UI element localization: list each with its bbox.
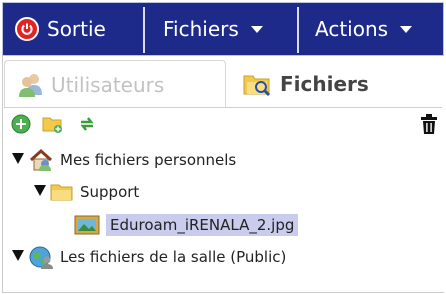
top-menu-bar: Sortie Fichiers Actions xyxy=(2,2,444,56)
refresh-icon[interactable] xyxy=(76,113,98,135)
toolbar-separator xyxy=(143,7,145,53)
tree-node-public[interactable]: Les fichiers de la salle (Public) xyxy=(12,244,286,270)
exit-label: Sortie xyxy=(47,17,106,41)
files-folder-icon xyxy=(242,70,272,98)
tree-label-public: Les fichiers de la salle (Public) xyxy=(60,248,287,266)
chevron-down-icon xyxy=(250,25,263,33)
chevron-down-icon xyxy=(400,25,413,33)
tab-users[interactable]: Utilisateurs xyxy=(4,60,226,108)
tab-files-label: Fichiers xyxy=(280,72,369,96)
panel-border xyxy=(2,56,3,292)
image-file-icon xyxy=(74,214,100,236)
actions-menu-label: Actions xyxy=(315,17,389,41)
add-icon[interactable] xyxy=(10,113,32,135)
exit-button[interactable]: Sortie xyxy=(15,3,106,55)
panel-border xyxy=(2,292,444,293)
expand-triangle-icon[interactable] xyxy=(34,184,46,196)
tab-divider xyxy=(4,107,442,108)
actions-menu-button[interactable]: Actions xyxy=(315,3,413,55)
home-icon xyxy=(28,148,54,172)
tree-node-personal[interactable]: Mes fichiers personnels xyxy=(12,147,236,173)
tree-label-personal: Mes fichiers personnels xyxy=(60,151,237,169)
tab-files[interactable]: Fichiers xyxy=(230,60,442,108)
users-icon xyxy=(17,71,45,99)
tree-node-file[interactable]: Eduroam_iRENALA_2.jpg xyxy=(74,212,299,238)
expand-triangle-icon[interactable] xyxy=(12,152,24,164)
files-menu-button[interactable]: Fichiers xyxy=(163,3,263,55)
toolbar-separator xyxy=(297,7,299,53)
power-icon xyxy=(15,17,39,41)
files-menu-label: Fichiers xyxy=(163,17,239,41)
globe-users-icon xyxy=(28,245,54,269)
tab-users-label: Utilisateurs xyxy=(51,72,165,97)
tree-label-support: Support xyxy=(80,183,140,201)
trash-icon[interactable] xyxy=(418,113,440,135)
new-folder-icon[interactable] xyxy=(42,113,64,135)
expand-triangle-icon[interactable] xyxy=(12,249,24,261)
tree-node-support[interactable]: Support xyxy=(34,179,139,205)
folder-icon xyxy=(50,182,74,202)
file-actions-toolbar xyxy=(4,110,444,142)
tree-label-file: Eduroam_iRENALA_2.jpg xyxy=(106,214,299,236)
